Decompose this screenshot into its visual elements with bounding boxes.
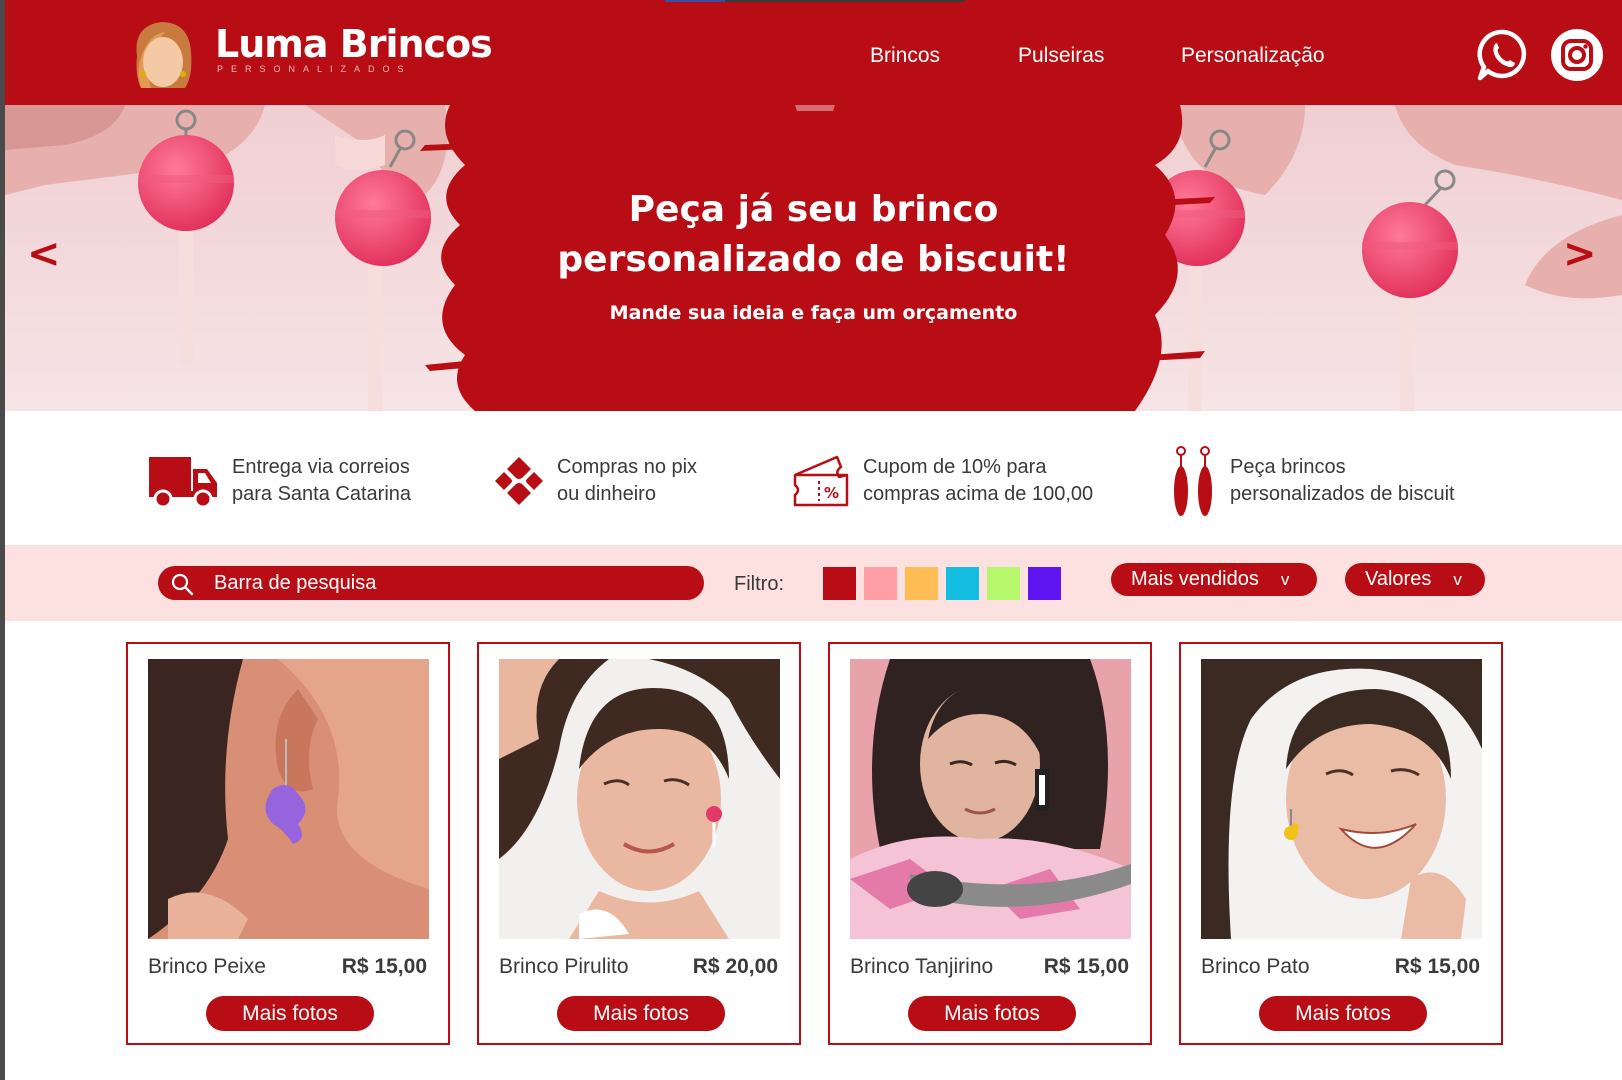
feature-payment: Compras no pix ou dinheiro bbox=[493, 446, 697, 516]
product-photo[interactable] bbox=[850, 659, 1131, 939]
feature-payment-line2: ou dinheiro bbox=[557, 483, 656, 505]
product-price: R$ 20,00 bbox=[692, 955, 778, 978]
feature-custom-line1: Peça brincos bbox=[1230, 456, 1346, 478]
coupon-icon: % bbox=[793, 455, 849, 507]
filter-color-pink[interactable] bbox=[864, 567, 897, 600]
product-photo[interactable] bbox=[499, 659, 780, 939]
product-price: R$ 15,00 bbox=[1043, 955, 1129, 978]
chevron-down-icon: v bbox=[1280, 569, 1290, 589]
earrings-icon bbox=[1174, 446, 1212, 516]
values-dropdown-label: Valores bbox=[1365, 568, 1432, 590]
filter-toolbar: Filtro: Mais vendidos v Valores v bbox=[5, 545, 1622, 621]
carousel-next-button[interactable]: > bbox=[1563, 231, 1597, 277]
feature-delivery-line2: para Santa Catarina bbox=[232, 483, 412, 505]
nav-personalizacao[interactable]: Personalização bbox=[1181, 44, 1325, 68]
pix-icon bbox=[495, 457, 543, 505]
filter-color-orange[interactable] bbox=[905, 567, 938, 600]
brand-name: Luma Brincos bbox=[215, 22, 493, 66]
feature-custom: Peça brincos personalizados de biscuit bbox=[1168, 446, 1455, 516]
filter-color-cyan[interactable] bbox=[946, 567, 979, 600]
product-photo[interactable] bbox=[148, 659, 429, 939]
product-name: Brinco Pirulito bbox=[499, 955, 629, 978]
product-card[interactable]: Brinco Peixe R$ 15,00 Mais fotos bbox=[126, 642, 450, 1045]
filter-color-green[interactable] bbox=[987, 567, 1020, 600]
search-icon bbox=[171, 573, 194, 596]
feature-coupon-line1: Cupom de 10% para bbox=[863, 456, 1047, 478]
svg-text:%: % bbox=[824, 484, 839, 502]
nav-pulseiras[interactable]: Pulseiras bbox=[1018, 44, 1104, 68]
brand[interactable]: Luma Brincos PERSONALIZADOS bbox=[215, 22, 493, 74]
logo-icon[interactable] bbox=[131, 18, 195, 90]
search-input[interactable] bbox=[214, 566, 684, 600]
product-price: R$ 15,00 bbox=[1394, 955, 1480, 978]
sort-dropdown[interactable]: Mais vendidos v bbox=[1111, 563, 1317, 596]
product-price: R$ 15,00 bbox=[341, 955, 427, 978]
more-photos-button[interactable]: Mais fotos bbox=[557, 996, 725, 1031]
feature-payment-line1: Compras no pix bbox=[557, 456, 698, 478]
product-card[interactable]: Brinco Pirulito R$ 20,00 Mais fotos bbox=[477, 642, 801, 1045]
filter-label: Filtro: bbox=[734, 573, 784, 595]
filter-color-red[interactable] bbox=[823, 567, 856, 600]
values-dropdown[interactable]: Valores v bbox=[1345, 563, 1485, 596]
more-photos-button[interactable]: Mais fotos bbox=[206, 996, 374, 1031]
feature-coupon: % Cupom de 10% para compras acima de 100… bbox=[791, 446, 1093, 516]
feature-custom-line2: personalizados de biscuit bbox=[1230, 483, 1455, 505]
whatsapp-icon[interactable] bbox=[1475, 27, 1531, 83]
more-photos-button[interactable]: Mais fotos bbox=[1259, 996, 1427, 1031]
page: Luma Brincos PERSONALIZADOS Brincos Puls… bbox=[5, 0, 1622, 1080]
more-photos-button[interactable]: Mais fotos bbox=[908, 996, 1076, 1031]
top-indicator bbox=[665, 0, 965, 2]
feature-coupon-line2: compras acima de 100,00 bbox=[863, 483, 1094, 505]
product-name: Brinco Pato bbox=[1201, 955, 1310, 978]
filter-color-purple[interactable] bbox=[1028, 567, 1061, 600]
sort-dropdown-label: Mais vendidos bbox=[1131, 568, 1259, 590]
features-strip: Entrega via correios para Santa Catarina… bbox=[5, 411, 1622, 545]
feature-delivery-line1: Entrega via correios bbox=[232, 456, 410, 478]
site-header: Luma Brincos PERSONALIZADOS Brincos Puls… bbox=[5, 0, 1622, 105]
banner-title: Peça já seu brinco personalizado de bisc… bbox=[557, 189, 1070, 280]
search-bar[interactable] bbox=[158, 566, 704, 600]
product-card[interactable]: Brinco Tanjirino R$ 15,00 Mais fotos bbox=[828, 642, 1152, 1045]
carousel-prev-button[interactable]: < bbox=[27, 231, 61, 277]
nav-brincos[interactable]: Brincos bbox=[870, 44, 940, 68]
chevron-down-icon: v bbox=[1453, 569, 1462, 589]
product-photo[interactable] bbox=[1201, 659, 1482, 939]
product-name: Brinco Tanjirino bbox=[850, 955, 994, 978]
feature-delivery: Entrega via correios para Santa Catarina bbox=[145, 446, 411, 516]
product-card[interactable]: Brinco Pato R$ 15,00 Mais fotos bbox=[1179, 642, 1503, 1045]
product-name: Brinco Peixe bbox=[148, 955, 266, 978]
hero-banner: Peça já seu brinco personalizado de bisc… bbox=[5, 105, 1622, 411]
banner-subtitle: Mande sua ideia e faça um orçamento bbox=[609, 302, 1018, 324]
truck-icon bbox=[148, 457, 217, 509]
instagram-icon[interactable] bbox=[1549, 27, 1605, 83]
